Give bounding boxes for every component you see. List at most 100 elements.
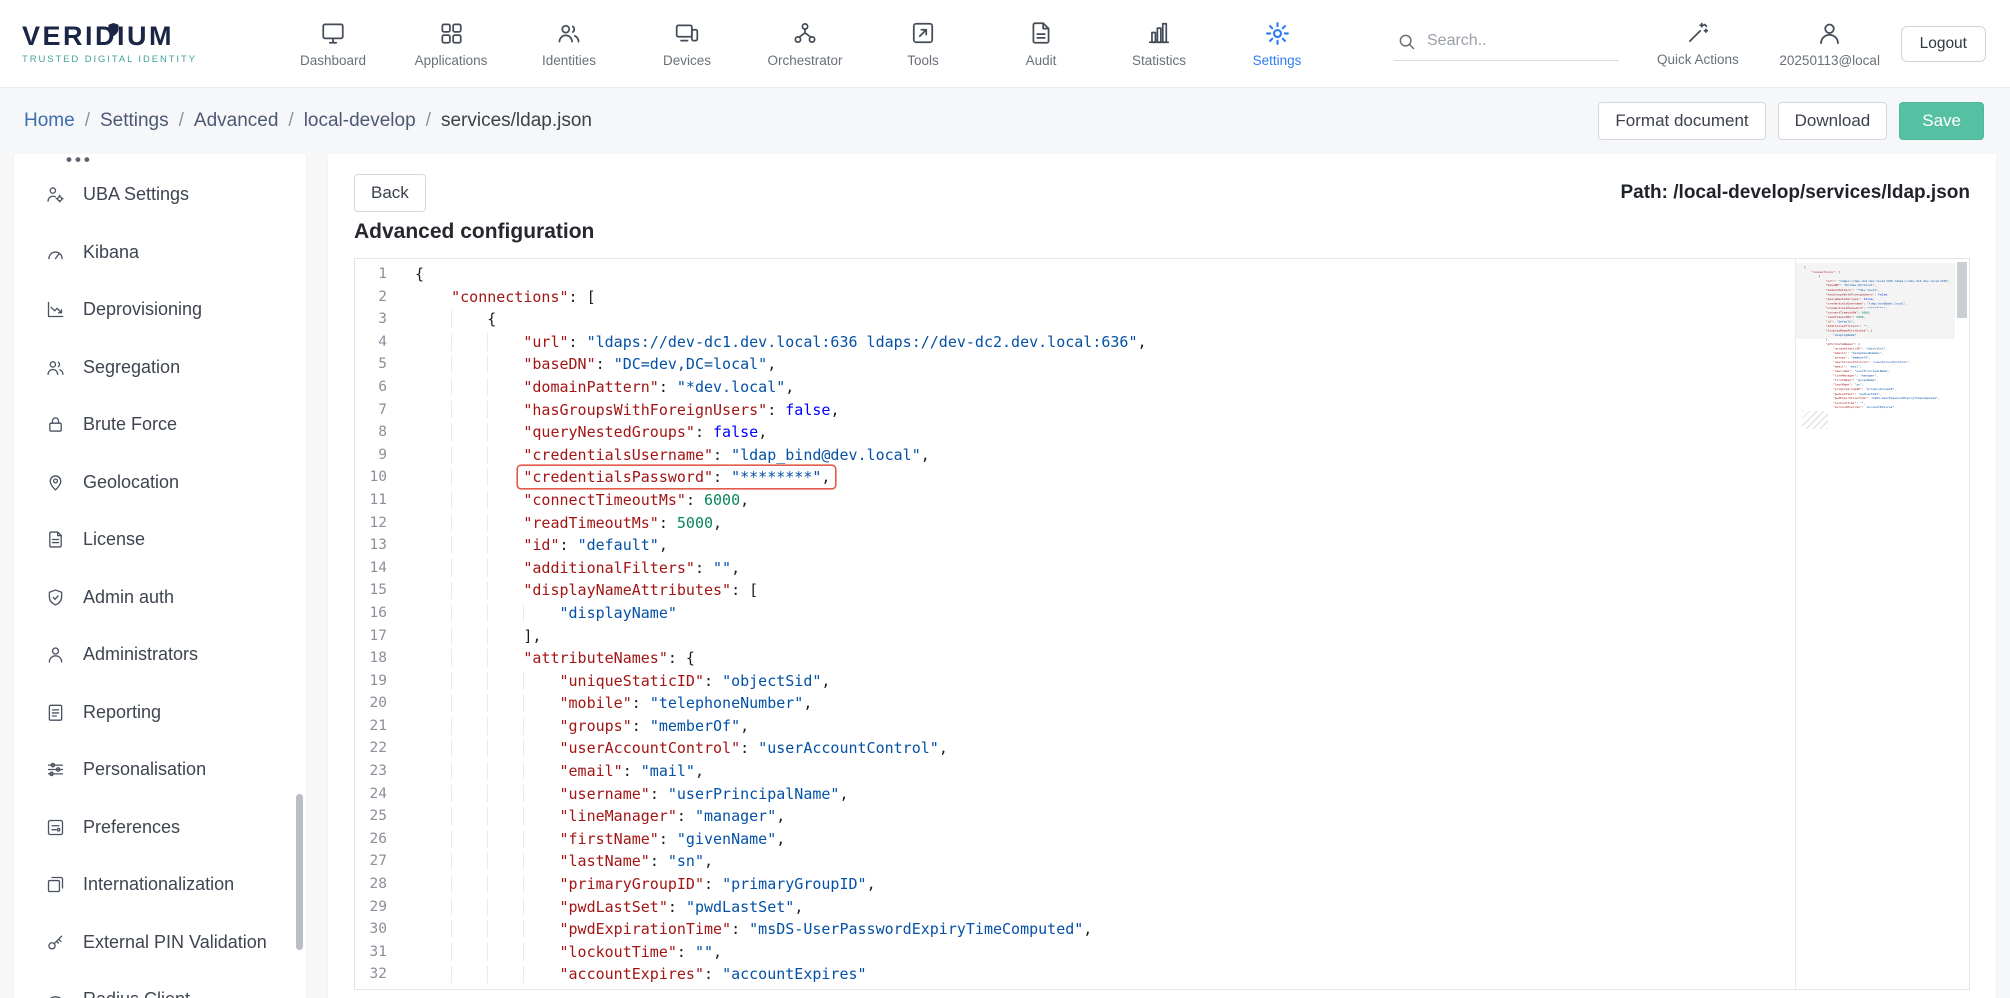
code-line-5[interactable]: 5 "baseDN": "DC=dev,DC=local", [355,353,1969,376]
sidebar-item-label: Administrators [83,644,198,665]
code-line-20[interactable]: 20 "mobile": "telephoneNumber", [355,692,1969,715]
code-line-13[interactable]: 13 "id": "default", [355,534,1969,557]
sidebar-item-uba-settings[interactable]: UBA Settings [14,166,306,224]
sidebar-item-brute-force[interactable]: Brute Force [14,396,306,454]
user-menu[interactable]: 20250113@local [1777,20,1883,68]
quick-actions[interactable]: Quick Actions [1645,20,1751,67]
line-number: 17 [355,625,415,648]
nav-item-applications[interactable]: Applications [392,19,510,68]
nav-item-settings[interactable]: Settings [1218,19,1336,68]
sidebar-item-label: Internationalization [83,874,234,895]
sidebar-item-label: License [83,529,145,550]
sidebar-item-external-pin-validation[interactable]: External PIN Validation [14,914,306,972]
code-line-4[interactable]: 4 "url": "ldaps://dev-dc1.dev.local:636 … [355,331,1969,354]
breadcrumb-item[interactable]: Home [24,110,75,132]
sidebar-item-admin-auth[interactable]: Admin auth [14,569,306,627]
editor-scrollbar[interactable] [1955,259,1969,989]
code-line-30[interactable]: 30 "pwdExpirationTime": "msDS-UserPasswo… [355,918,1969,941]
code-line-14[interactable]: 14 "additionalFilters": "", [355,557,1969,580]
download-button[interactable]: Download [1778,102,1888,140]
line-number: 12 [355,512,415,535]
content-area: ••• UBA SettingsKibanaDeprovisioningSegr… [0,154,2010,998]
quick-actions-label: Quick Actions [1657,52,1739,67]
code-line-27[interactable]: 27 "lastName": "sn", [355,850,1969,873]
logout-button[interactable]: Logout [1901,26,1986,62]
nav-item-dashboard[interactable]: Dashboard [274,19,392,68]
sidebar-item-label: Preferences [83,817,180,838]
breadcrumb-item[interactable]: Advanced [194,110,279,132]
sidebar-scrollbar[interactable] [296,794,303,950]
settings-icon [1264,19,1291,47]
editor-scrollbar-thumb[interactable] [1957,262,1967,318]
nav-item-identities[interactable]: Identities [510,19,628,68]
breadcrumb-item[interactable]: Settings [100,110,169,132]
code-line-32[interactable]: 32 "accountExpires": "accountExpires" [355,963,1969,986]
code-line-10[interactable]: 10 "credentialsPassword": "********", [355,466,1969,489]
sidebar-item-preferences[interactable]: Preferences [14,799,306,857]
code-line-11[interactable]: 11 "connectTimeoutMs": 6000, [355,489,1969,512]
line-number: 20 [355,692,415,715]
line-number: 26 [355,828,415,851]
code-line-9[interactable]: 9 "credentialsUsername": "ldap_bind@dev.… [355,444,1969,467]
preferences-icon [44,817,66,838]
sidebar-item-label: Reporting [83,702,161,723]
veridium-logo[interactable]: VERIDIUM TRUSTED DIGITAL IDENTITY [22,23,230,65]
deprovisioning-icon [44,299,66,320]
sidebar-item-radius-client[interactable]: Radius Client [14,971,306,998]
logo-text: VERIDIUM [22,23,230,50]
minimap[interactable]: { "connections": [ { "url": "ldaps://dev… [1795,259,1955,989]
sidebar-item-reporting[interactable]: Reporting [14,684,306,742]
line-number: 8 [355,421,415,444]
code-line-21[interactable]: 21 "groups": "memberOf", [355,715,1969,738]
line-number: 19 [355,670,415,693]
sidebar-item-segregation[interactable]: Segregation [14,339,306,397]
line-number: 4 [355,331,415,354]
code-line-25[interactable]: 25 "lineManager": "manager", [355,805,1969,828]
internationalization-icon [44,874,66,895]
radius-client-icon [44,989,66,998]
code-line-18[interactable]: 18 "attributeNames": { [355,647,1969,670]
line-number: 21 [355,715,415,738]
code-line-7[interactable]: 7 "hasGroupsWithForeignUsers": false, [355,399,1969,422]
code-line-19[interactable]: 19 "uniqueStaticID": "objectSid", [355,670,1969,693]
top-navigation-bar: VERIDIUM TRUSTED DIGITAL IDENTITY Dashbo… [0,0,2010,88]
sidebar-item-kibana[interactable]: Kibana [14,224,306,282]
code-line-22[interactable]: 22 "userAccountControl": "userAccountCon… [355,737,1969,760]
sidebar-item-personalisation[interactable]: Personalisation [14,741,306,799]
sidebar-item-license[interactable]: License [14,511,306,569]
sidebar-item-internationalization[interactable]: Internationalization [14,856,306,914]
nav-item-devices[interactable]: Devices [628,19,746,68]
code-line-16[interactable]: 16 "displayName" [355,602,1969,625]
breadcrumb-item[interactable]: local-develop [304,110,416,132]
nav-item-audit[interactable]: Audit [982,19,1100,68]
code-line-6[interactable]: 6 "domainPattern": "*dev.local", [355,376,1969,399]
code-line-12[interactable]: 12 "readTimeoutMs": 5000, [355,512,1969,535]
credentials-password-highlight: "credentialsPassword": "********", [518,466,835,488]
code-line-2[interactable]: 2 "connections": [ [355,286,1969,309]
format-document-button[interactable]: Format document [1598,102,1765,140]
search-input[interactable] [1427,32,1607,50]
code-line-31[interactable]: 31 "lockoutTime": "", [355,941,1969,964]
code-line-29[interactable]: 29 "pwdLastSet": "pwdLastSet", [355,896,1969,919]
back-button[interactable]: Back [354,174,426,212]
code-line-3[interactable]: 3 { [355,308,1969,331]
line-number: 9 [355,444,415,467]
code-line-15[interactable]: 15 "displayNameAttributes": [ [355,579,1969,602]
json-code-editor[interactable]: 1{2 "connections": [3 {4 "url": "ldaps:/… [354,258,1970,990]
code-line-23[interactable]: 23 "email": "mail", [355,760,1969,783]
sidebar-item-deprovisioning[interactable]: Deprovisioning [14,281,306,339]
code-line-8[interactable]: 8 "queryNestedGroups": false, [355,421,1969,444]
nav-item-statistics[interactable]: Statistics [1100,19,1218,68]
nav-item-orchestrator[interactable]: Orchestrator [746,19,864,68]
nav-item-tools[interactable]: Tools [864,19,982,68]
code-line-17[interactable]: 17 ], [355,625,1969,648]
code-line-26[interactable]: 26 "firstName": "givenName", [355,828,1969,851]
sidebar-item-administrators[interactable]: Administrators [14,626,306,684]
save-button[interactable]: Save [1899,102,1984,140]
code-line-24[interactable]: 24 "username": "userPrincipalName", [355,783,1969,806]
sidebar-item-label: Geolocation [83,472,179,493]
code-line-1[interactable]: 1{ [355,263,1969,286]
sidebar-item-geolocation[interactable]: Geolocation [14,454,306,512]
code-line-28[interactable]: 28 "primaryGroupID": "primaryGroupID", [355,873,1969,896]
sidebar-list: UBA SettingsKibanaDeprovisioningSegregat… [14,166,306,998]
